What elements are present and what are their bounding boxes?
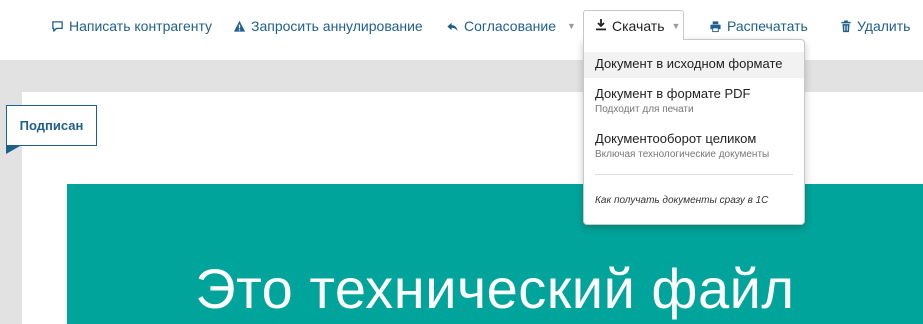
menu-item-pdf[interactable]: Документ в формате PDF Подходит для печа… [584, 85, 804, 116]
menu-item-title: Документ в формате PDF [595, 86, 751, 101]
status-badge: Подписан [6, 105, 97, 146]
menu-item-title: Документ в исходном формате [595, 56, 783, 71]
request-revoke-label: Запросить аннулирование [251, 18, 423, 34]
menu-item-original-format[interactable]: Документ в исходном формате [584, 52, 804, 78]
reply-arrow-icon [446, 20, 459, 33]
approval-label: Согласование [464, 18, 556, 34]
download-label: Скачать [612, 17, 665, 34]
chevron-down-icon: ▼ [567, 21, 576, 31]
warning-icon [233, 20, 246, 33]
approval-dropdown[interactable]: Согласование ▼ [446, 16, 576, 36]
trash-icon [840, 19, 852, 33]
chevron-down-icon: ▼ [671, 20, 681, 31]
download-dropdown-menu: Документ в исходном формате Документ в ф… [583, 39, 805, 225]
print-label: Распечатать [727, 18, 808, 34]
help-link-1c[interactable]: Как получать документы сразу в 1С [595, 195, 768, 206]
write-counterparty-button[interactable]: Написать контрагенту [51, 16, 212, 36]
document-preview-text: Это технический файл [195, 257, 795, 320]
download-dropdown-button[interactable]: Скачать ▼ [583, 10, 684, 40]
status-badge-fold [6, 146, 20, 154]
printer-icon [709, 20, 722, 33]
write-counterparty-label: Написать контрагенту [69, 18, 213, 34]
menu-item-subtitle: Подходит для печати [595, 104, 694, 115]
comment-icon [51, 20, 64, 33]
menu-divider [595, 174, 793, 175]
download-icon [595, 18, 607, 34]
delete-label: Удалить [857, 18, 911, 34]
delete-button[interactable]: Удалить [840, 16, 910, 36]
menu-item-title: Документооборот целиком [595, 131, 757, 146]
menu-item-subtitle: Включая технологические документы [595, 149, 770, 160]
menu-item-full-workflow[interactable]: Документооборот целиком Включая технолог… [584, 130, 804, 161]
request-revoke-button[interactable]: Запросить аннулирование [233, 16, 423, 36]
print-button[interactable]: Распечатать [709, 16, 808, 36]
